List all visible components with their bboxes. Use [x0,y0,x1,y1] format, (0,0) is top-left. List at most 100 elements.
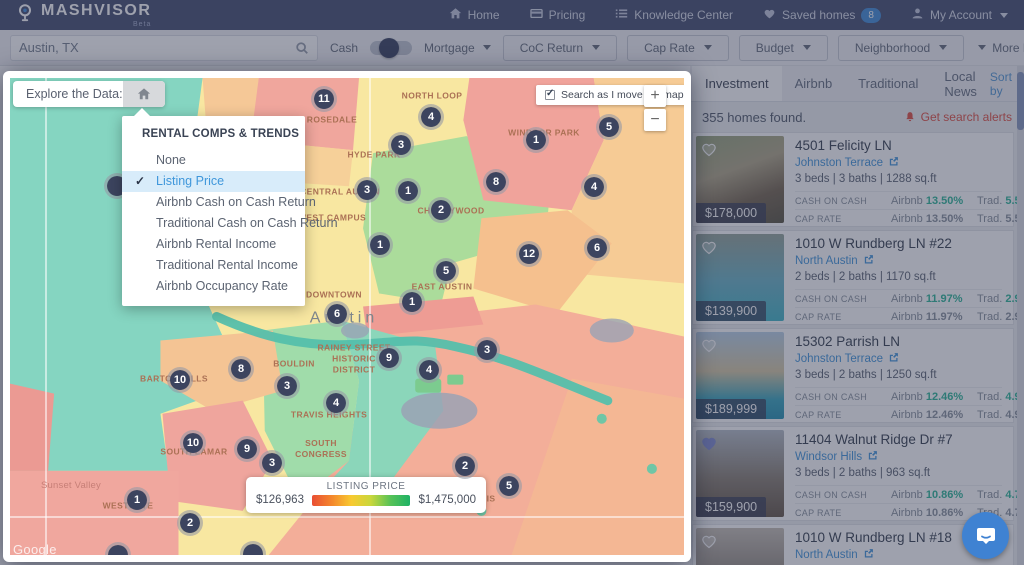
legend-title: LISTING PRICE [256,481,476,492]
dropdown-item-listing-price[interactable]: ✓Listing Price [122,171,305,192]
more-filters-button[interactable]: More Filters [976,41,1024,55]
nav-item-saved-homes[interactable]: Saved homes8 [763,7,881,23]
map-cluster-marker[interactable]: 4 [418,104,444,130]
map-cluster-marker[interactable]: 2 [452,453,478,479]
map-cluster-marker[interactable]: 5 [496,473,522,499]
chevron-down-icon [803,45,811,50]
dropdown-item-airbnb-occupancy-rate[interactable]: Airbnb Occupancy Rate [122,276,305,297]
map-cluster-marker[interactable]: 9 [376,345,402,371]
stat-row-cap: CAP RATEAirbnb 12.46%Trad. 4.96% [795,405,1002,423]
nav-item-pricing[interactable]: Pricing [530,7,586,23]
stat-row-coc: CASH ON CASHAirbnb 10.86%Trad. 4.75% [795,485,1002,503]
map-cluster-marker[interactable]: 1 [367,232,393,258]
tab-airbnb[interactable]: Airbnb [782,66,846,101]
map-cluster-marker[interactable]: 6 [324,301,350,327]
toggle-knob[interactable] [379,38,399,58]
map-cluster-marker[interactable]: 6 [584,235,610,261]
neighborhood-link[interactable]: Johnston Terrace [795,156,1002,170]
cash-mortgage-toggle[interactable] [370,41,412,55]
favorite-icon[interactable] [700,434,718,452]
map-cluster-marker[interactable]: 4 [416,357,442,383]
favorite-icon[interactable] [700,336,718,354]
map-cluster-marker[interactable]: 5 [596,114,622,140]
sidebar-scrollbar[interactable] [1017,66,1024,565]
map-cluster-marker[interactable]: 3 [274,373,300,399]
search-input[interactable] [19,40,295,55]
map-cluster-marker[interactable]: 1 [395,178,421,204]
neighborhood-link[interactable]: Windsor Hills [795,450,1002,464]
zoom-out-button[interactable]: − [644,109,666,131]
neighborhood-name: North Austin [795,255,858,267]
home-icon-button[interactable] [123,81,165,107]
favorite-icon[interactable] [700,238,718,256]
property-card[interactable]: $189,99915302 Parrish LNJohnston Terrace… [692,328,1014,423]
beta-label: Beta [41,21,151,28]
mortgage-label[interactable]: Mortgage [424,41,491,55]
neighborhood-link[interactable]: North Austin [795,254,1002,268]
checkbox-checked-icon[interactable] [545,90,555,100]
nav-item-label: Home [468,8,500,22]
map-cluster-marker[interactable]: 3 [474,337,500,363]
map-cluster-marker[interactable]: 3 [388,132,414,158]
get-search-alerts-button[interactable]: Get search alerts [904,110,1012,124]
property-photo [696,528,784,565]
mashvisor-logo[interactable]: MASHVISOR Beta [16,2,151,28]
filter-button-cap-rate[interactable]: Cap Rate [627,35,729,61]
neighborhood-link[interactable]: Johnston Terrace [795,352,1002,366]
zoom-in-button[interactable]: + [644,85,666,107]
nav-item-my-account[interactable]: My Account [911,7,1008,23]
map-cluster-marker[interactable]: 12 [516,241,542,267]
results-sidebar: InvestmentAirbnbTraditionalLocal News So… [690,66,1024,565]
map-cluster-marker[interactable]: 4 [323,390,349,416]
chat-icon [974,524,998,548]
scrollbar-thumb[interactable] [1017,72,1024,130]
nav-item-knowledge-center[interactable]: Knowledge Center [615,7,733,23]
map-cluster-marker[interactable]: 9 [234,436,260,462]
map-cluster-marker[interactable]: 2 [428,197,454,223]
property-card[interactable]: $178,0004501 Felicity LNJohnston Terrace… [692,132,1014,227]
map-cluster-marker[interactable]: 2 [177,510,203,536]
property-info: 1010 W Rundberg LN #22North Austin2 beds… [784,234,1010,321]
search-box[interactable] [10,35,318,61]
tab-traditional[interactable]: Traditional [845,66,931,101]
tab-local-news[interactable]: Local News [931,66,990,101]
map-cluster-marker[interactable]: 8 [228,356,254,382]
map-cluster-marker[interactable]: 5 [433,258,459,284]
property-card[interactable]: $159,90011404 Walnut Ridge Dr #7Windsor … [692,426,1014,521]
favorite-icon[interactable] [700,532,718,550]
favorite-icon[interactable] [700,140,718,158]
map-cluster-marker[interactable]: 3 [259,450,285,476]
map-canvas[interactable]: ROSEDALENORTH LOOPHYDE PARKWINDSOR PARKC… [10,78,684,555]
dropdown-item-traditional-cash-on-cash-return[interactable]: Traditional Cash on Cash Return [122,213,305,234]
stat-row-coc: CASH ON CASHAirbnb 11.97%Trad. 2.94% [795,289,1002,307]
dropdown-item-airbnb-cash-on-cash-return[interactable]: Airbnb Cash on Cash Return [122,192,305,213]
map-gridline [45,78,47,555]
map-cluster-marker[interactable]: 8 [483,169,509,195]
property-card[interactable]: $139,900 1010 W Rundberg LN #22North Aust… [692,230,1014,325]
map-cluster-marker[interactable]: 1 [399,289,425,315]
map-panel: ROSEDALENORTH LOOPHYDE PARKWINDSOR PARKC… [3,71,691,562]
price-badge: $139,900 [696,301,766,321]
map-cluster-marker[interactable]: 1 [124,487,150,513]
map-cluster-marker[interactable]: 11 [311,86,337,112]
dropdown-item-airbnb-rental-income[interactable]: Airbnb Rental Income [122,234,305,255]
dropdown-header: RENTAL COMPS & TRENDS [122,126,305,150]
filter-button-coc-return[interactable]: CoC Return [503,35,617,61]
pricing-icon [530,7,543,23]
explore-data-control[interactable]: Explore the Data: [13,81,165,107]
map-cluster-marker[interactable]: 3 [354,177,380,203]
chat-bubble-button[interactable] [962,512,1009,559]
home-icon [449,7,462,23]
map-cluster-marker[interactable]: 4 [581,174,607,200]
external-link-icon [863,254,874,268]
map-cluster-marker[interactable]: 10 [180,430,206,456]
map-cluster-marker[interactable]: 10 [167,367,193,393]
nav-item-home[interactable]: Home [449,7,500,23]
filter-button-neighborhood[interactable]: Neighborhood [838,35,964,61]
dropdown-item-traditional-rental-income[interactable]: Traditional Rental Income [122,255,305,276]
map-cluster-marker[interactable]: 1 [523,127,549,153]
dropdown-item-none[interactable]: None [122,150,305,171]
filter-button-budget[interactable]: Budget [739,35,828,61]
airbnb-value: Airbnb 12.46% [891,409,977,421]
tab-investment[interactable]: Investment [692,66,782,101]
